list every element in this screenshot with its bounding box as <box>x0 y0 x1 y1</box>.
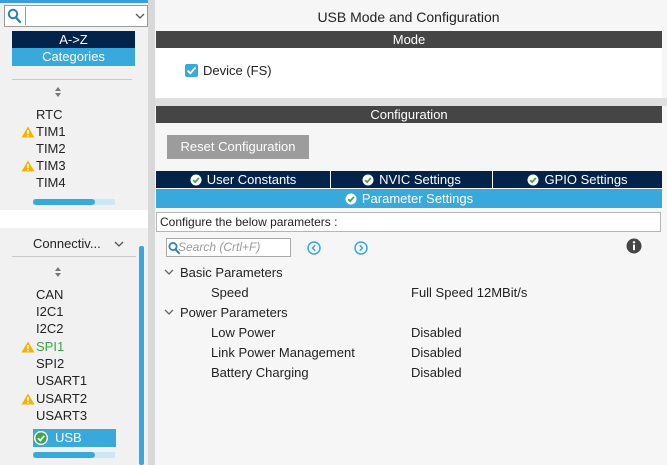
tab-user-constants[interactable]: User Constants <box>156 171 330 188</box>
warning-icon <box>21 126 35 138</box>
sidebar-item-i2c1[interactable]: I2C1 <box>36 303 63 320</box>
horizontal-scrollbar[interactable] <box>33 199 95 205</box>
chevron-down-icon <box>114 241 124 247</box>
sidebar-item-usart3[interactable]: USART3 <box>36 407 87 424</box>
panel-splitter[interactable] <box>148 0 155 465</box>
ip-search-combo[interactable] <box>4 5 148 27</box>
sort-icon[interactable] <box>53 266 63 278</box>
sidebar-item-usb[interactable]: USB <box>33 429 116 447</box>
param-link-power-management-value[interactable]: Disabled <box>411 344 462 361</box>
sidebar-top-strip <box>0 0 148 3</box>
param-speed-value[interactable]: Full Speed 12MBit/s <box>411 284 527 301</box>
device-fs-checkbox[interactable] <box>185 64 198 77</box>
sidebar-item-tim2[interactable]: TIM2 <box>36 140 66 157</box>
search-placeholder: Search (Crtl+F) <box>178 240 261 254</box>
check-circle-icon <box>190 174 202 186</box>
configure-instructions: Configure the below parameters : <box>156 212 661 232</box>
warning-icon <box>21 393 35 405</box>
categories-tab[interactable]: Categories <box>12 48 135 66</box>
left-arrow-circle-icon[interactable] <box>307 241 321 255</box>
search-input[interactable] <box>25 7 132 25</box>
section-gap <box>155 98 667 106</box>
section-gap <box>0 210 148 228</box>
param-speed-name: Speed <box>211 285 249 300</box>
tab-label: User Constants <box>206 172 297 187</box>
check-circle-icon <box>345 193 357 205</box>
param-low-power-name: Low Power <box>211 325 276 340</box>
check-circle-icon <box>527 174 539 186</box>
sidebar-item-can[interactable]: CAN <box>36 286 63 303</box>
reset-configuration-button[interactable]: Reset Configuration <box>167 135 309 159</box>
sort-icon[interactable] <box>53 86 63 98</box>
horizontal-scrollbar[interactable] <box>33 452 95 458</box>
info-icon[interactable] <box>626 238 642 254</box>
param-battery-charging-value[interactable]: Disabled <box>411 364 462 381</box>
tab-label: NVIC Settings <box>379 172 461 187</box>
sidebar-item-spi2[interactable]: SPI2 <box>36 355 64 372</box>
tab-parameter-settings[interactable]: Parameter Settings <box>156 189 662 208</box>
sidebar-item-spi1[interactable]: SPI1 <box>36 338 64 355</box>
check-circle-icon <box>34 431 48 445</box>
param-low-power-value[interactable]: Disabled <box>411 324 462 341</box>
chevron-group-icon[interactable] <box>163 267 175 277</box>
checkmark-icon <box>186 66 197 75</box>
sidebar-item-tim1[interactable]: TIM1 <box>36 123 66 140</box>
group-basic-parameters[interactable]: Basic Parameters <box>180 264 283 281</box>
sidebar-item-usart2[interactable]: USART2 <box>36 390 87 407</box>
check-circle-icon <box>362 174 374 186</box>
divider <box>12 79 132 80</box>
configuration-header: Configuration <box>156 106 662 123</box>
warning-icon <box>21 160 35 172</box>
connectivity-category-dropdown[interactable]: Connectiv... <box>33 235 125 253</box>
connectivity-label: Connectiv... <box>33 236 101 251</box>
param-battery-charging-name: Battery Charging <box>211 365 309 380</box>
sidebar-item-label: USB <box>55 430 82 445</box>
sidebar-item-i2c2[interactable]: I2C2 <box>36 320 63 337</box>
chevron-down-icon[interactable] <box>133 8 147 24</box>
tab-label: GPIO Settings <box>544 172 628 187</box>
param-link-power-management-name: Link Power Management <box>211 345 355 360</box>
sidebar-item-tim3[interactable]: TIM3 <box>36 157 66 174</box>
sort-az-button[interactable]: A->Z <box>12 31 135 48</box>
vertical-scrollbar[interactable] <box>139 246 144 465</box>
group-power-parameters[interactable]: Power Parameters <box>180 304 288 321</box>
sidebar-item-rtc[interactable]: RTC <box>36 106 62 123</box>
tab-nvic-settings[interactable]: NVIC Settings <box>331 171 492 188</box>
sidebar-item-usart1[interactable]: USART1 <box>36 372 87 389</box>
warning-icon <box>21 341 35 353</box>
tab-label: Parameter Settings <box>361 191 474 206</box>
parameter-search-input[interactable]: Search (Crtl+F) <box>166 238 291 257</box>
search-icon <box>7 8 22 24</box>
chevron-group-icon[interactable] <box>163 307 175 317</box>
tab-gpio-settings[interactable]: GPIO Settings <box>493 171 662 188</box>
right-arrow-circle-icon[interactable] <box>354 241 368 255</box>
device-fs-label: Device (FS) <box>203 63 272 78</box>
mode-header: Mode <box>156 31 662 48</box>
divider <box>12 256 136 257</box>
page-title: USB Mode and Configuration <box>317 9 500 25</box>
sidebar-item-tim4[interactable]: TIM4 <box>36 174 66 191</box>
